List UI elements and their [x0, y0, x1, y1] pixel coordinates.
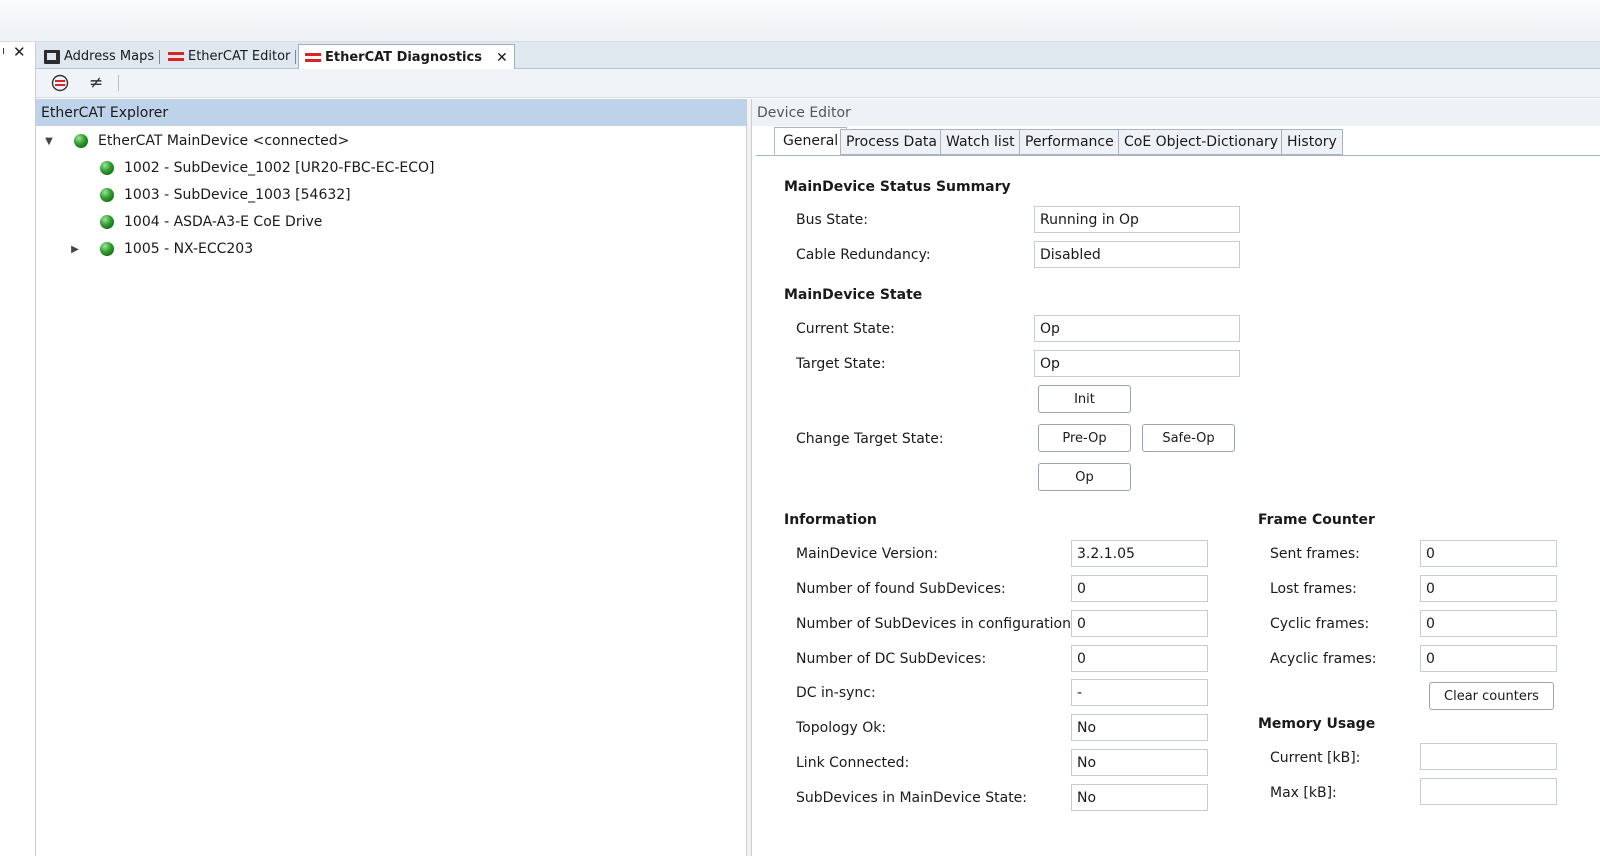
- editor-tab-baseline: [756, 155, 1600, 156]
- link-connected-field[interactable]: No: [1071, 749, 1208, 776]
- memory-current-field[interactable]: [1420, 743, 1557, 770]
- cyclic-frames-field[interactable]: 0: [1420, 610, 1557, 637]
- tree-node-subdevice-1005[interactable]: ▶ 1005 - NX-ECC203: [68, 236, 253, 262]
- pre-op-button[interactable]: Pre-Op: [1038, 424, 1131, 452]
- pane-splitter[interactable]: [746, 99, 752, 856]
- ethercat-connect-icon[interactable]: [48, 72, 72, 94]
- sent-frames-field[interactable]: 0: [1420, 540, 1557, 567]
- dc-in-sync-field[interactable]: -: [1071, 679, 1208, 706]
- dc-in-sync-label: DC in-sync:: [796, 685, 876, 701]
- tree-node-maindevice[interactable]: ▼ EtherCAT MainDevice <connected>: [42, 128, 349, 154]
- not-equal-icon[interactable]: ≠: [84, 72, 108, 94]
- address-map-icon: [44, 49, 60, 64]
- tab-ethercat-editor[interactable]: EtherCAT Editor: [162, 44, 297, 69]
- status-green-icon: [74, 134, 88, 148]
- init-button[interactable]: Init: [1038, 385, 1131, 413]
- configured-subdevices-label: Number of SubDevices in configuration:: [796, 616, 1076, 632]
- dc-subdevices-field[interactable]: 0: [1071, 645, 1208, 672]
- safe-op-button[interactable]: Safe-Op: [1142, 424, 1235, 452]
- link-connected-label: Link Connected:: [796, 755, 910, 771]
- status-green-icon: [100, 215, 114, 229]
- memory-max-field[interactable]: [1420, 778, 1557, 805]
- ethercat-diagnostics-icon: [305, 51, 321, 65]
- maindevice-version-label: MainDevice Version:: [796, 546, 938, 562]
- acyclic-frames-field[interactable]: 0: [1420, 645, 1557, 672]
- tab-watch-list[interactable]: Watch list: [940, 129, 1021, 155]
- bus-state-label: Bus State:: [796, 212, 868, 228]
- toolbar-separator: [118, 75, 119, 91]
- tab-history[interactable]: History: [1281, 129, 1343, 155]
- clear-counters-button[interactable]: Clear counters: [1429, 682, 1554, 710]
- status-summary-title: MainDevice Status Summary: [784, 179, 1011, 195]
- found-subdevices-label: Number of found SubDevices:: [796, 581, 1006, 597]
- change-target-state-label: Change Target State:: [796, 431, 944, 447]
- tab-process-data[interactable]: Process Data: [840, 129, 943, 155]
- topology-ok-field[interactable]: No: [1071, 714, 1208, 741]
- lost-frames-label: Lost frames:: [1270, 581, 1357, 597]
- ethercat-explorer-tree: ▼ EtherCAT MainDevice <connected> 1002 -…: [36, 127, 746, 856]
- tab-performance[interactable]: Performance: [1019, 129, 1120, 155]
- close-tab-icon[interactable]: ✕: [496, 50, 508, 66]
- current-state-field[interactable]: Op: [1034, 315, 1240, 342]
- frame-counter-title: Frame Counter: [1258, 512, 1375, 528]
- topology-ok-label: Topology Ok:: [796, 720, 887, 736]
- op-button[interactable]: Op: [1038, 463, 1131, 491]
- current-state-label: Current State:: [796, 321, 895, 337]
- tab-general[interactable]: General: [774, 127, 848, 155]
- status-green-icon: [100, 161, 114, 175]
- toolbar: ≠: [36, 69, 1600, 98]
- cable-redundancy-field[interactable]: Disabled: [1034, 241, 1240, 268]
- maindevice-version-field[interactable]: 3.2.1.05: [1071, 540, 1208, 567]
- acyclic-frames-label: Acyclic frames:: [1270, 651, 1377, 667]
- dc-subdevices-label: Number of DC SubDevices:: [796, 651, 987, 667]
- expand-arrow-icon[interactable]: ▶: [68, 244, 82, 255]
- tree-node-subdevice-1002[interactable]: 1002 - SubDevice_1002 [UR20-FBC-EC-ECO]: [100, 155, 435, 181]
- device-editor-header: Device Editor: [752, 99, 1600, 126]
- subdevices-in-state-label: SubDevices in MainDevice State:: [796, 790, 1028, 806]
- document-tab-strip: Address Maps EtherCAT Editor EtherCAT Di…: [36, 42, 1600, 70]
- title-bar: [0, 0, 1600, 42]
- tree-node-subdevice-1004[interactable]: 1004 - ASDA-A3-E CoE Drive: [100, 209, 322, 235]
- bus-state-field[interactable]: Running in Op: [1034, 206, 1240, 233]
- status-green-icon: [100, 242, 114, 256]
- explorer-header: EtherCAT Explorer: [36, 99, 746, 126]
- found-subdevices-field[interactable]: 0: [1071, 575, 1208, 602]
- tab-coe-object-dictionary[interactable]: CoE Object-Dictionary: [1118, 129, 1285, 155]
- collapsed-side-panel: ı ✕: [0, 42, 36, 856]
- ethercat-icon: [168, 50, 184, 64]
- cable-redundancy-label: Cable Redundancy:: [796, 247, 931, 263]
- maindevice-state-title: MainDevice State: [784, 287, 923, 303]
- cyclic-frames-label: Cyclic frames:: [1270, 616, 1370, 632]
- lost-frames-field[interactable]: 0: [1420, 575, 1557, 602]
- target-state-label: Target State:: [796, 356, 886, 372]
- target-state-field[interactable]: Op: [1034, 350, 1240, 377]
- subdevices-in-state-field[interactable]: No: [1071, 784, 1208, 811]
- configured-subdevices-field[interactable]: 0: [1071, 610, 1208, 637]
- tree-node-subdevice-1003[interactable]: 1003 - SubDevice_1003 [54632]: [100, 182, 351, 208]
- collapse-arrow-icon[interactable]: ▼: [42, 136, 56, 147]
- memory-usage-title: Memory Usage: [1258, 716, 1376, 732]
- close-icon[interactable]: ✕: [13, 43, 26, 61]
- memory-max-label: Max [kB]:: [1270, 785, 1337, 801]
- information-title: Information: [784, 512, 877, 528]
- tab-ethercat-diagnostics[interactable]: EtherCAT Diagnostics ✕: [298, 44, 515, 70]
- sent-frames-label: Sent frames:: [1270, 546, 1360, 562]
- pin-icon[interactable]: ı: [2, 44, 5, 57]
- tab-address-maps[interactable]: Address Maps: [38, 44, 161, 69]
- status-green-icon: [100, 188, 114, 202]
- memory-current-label: Current [kB]:: [1270, 750, 1361, 766]
